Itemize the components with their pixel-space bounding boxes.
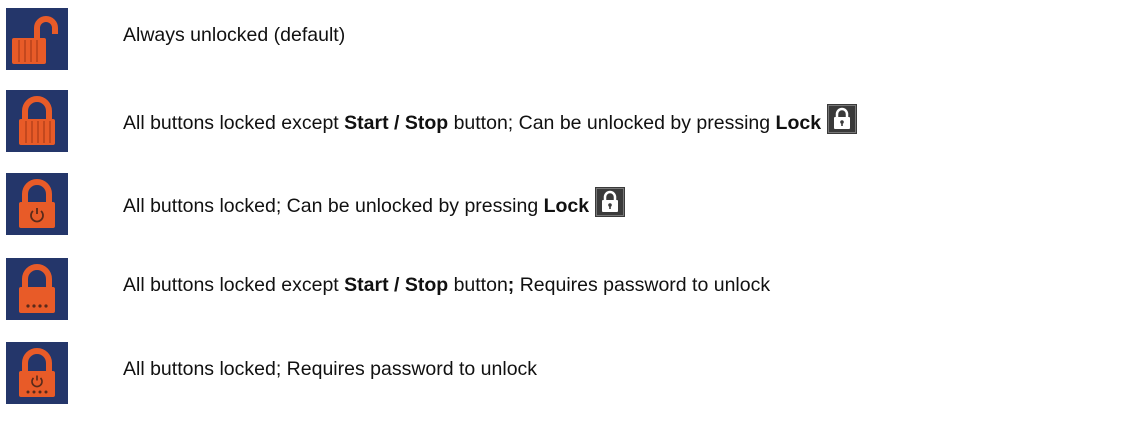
locked-padlock-icon — [6, 90, 68, 152]
lock-mode-row-password-except-start-stop: All buttons locked except Start / Stop b… — [0, 254, 1126, 324]
locked-padlock-password-icon — [6, 258, 68, 320]
lock-mode-description: All buttons locked except Start / Stop b… — [123, 104, 858, 136]
lock-mode-row-all-locked: All buttons locked; Can be unlocked by p… — [0, 169, 1126, 239]
lock-button-icon — [595, 187, 626, 217]
lock-mode-row-all-locked-password: All buttons locked; Requires password to… — [0, 338, 1126, 408]
lock-mode-description: All buttons locked except Start / Stop b… — [123, 274, 771, 296]
lock-mode-row-locked-except-start-stop: All buttons locked except Start / Stop b… — [0, 86, 1126, 156]
lock-mode-description: Always unlocked (default) — [123, 24, 346, 46]
locked-padlock-power-icon — [6, 173, 68, 235]
lock-mode-description: All buttons locked; Requires password to… — [123, 358, 538, 380]
unlocked-padlock-icon — [6, 8, 68, 70]
locked-padlock-power-password-icon — [6, 342, 68, 404]
lock-button-icon — [827, 104, 858, 134]
lock-mode-row-always-unlocked: Always unlocked (default) — [0, 4, 1126, 74]
lock-mode-description: All buttons locked; Can be unlocked by p… — [123, 187, 626, 219]
